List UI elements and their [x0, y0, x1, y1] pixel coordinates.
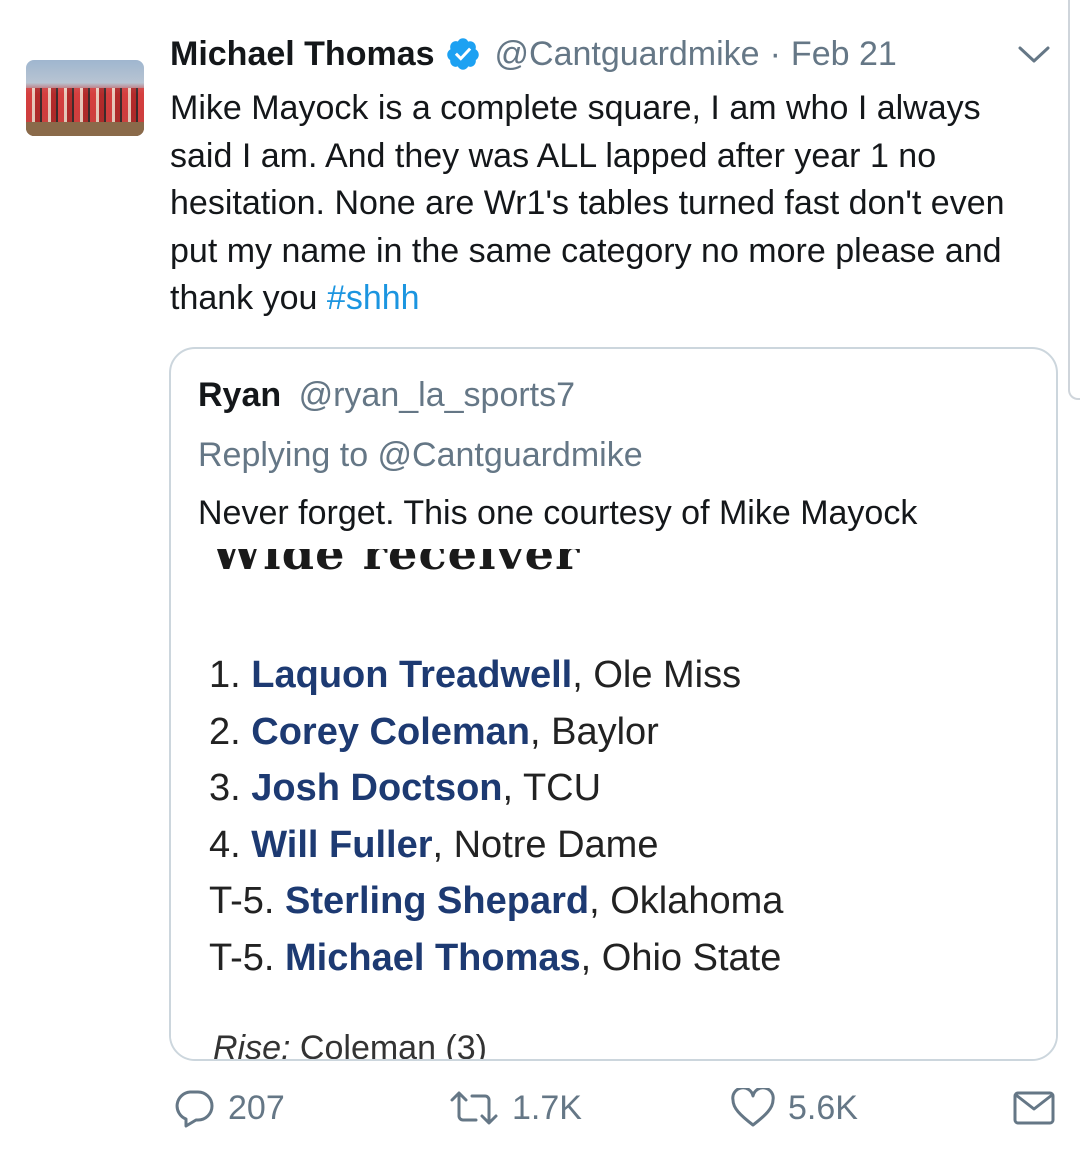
ranking-item: 2. Corey Coleman, Baylor — [209, 710, 659, 753]
retweet-count: 1.7K — [512, 1088, 582, 1127]
ranking-item: 4. Will Fuller, Notre Dame — [209, 823, 659, 866]
image-heading: Wide receiver — [211, 549, 581, 580]
reply-icon — [175, 1090, 214, 1128]
author-handle[interactable]: @Cantguardmike — [495, 35, 760, 74]
heart-icon — [731, 1088, 775, 1127]
quoted-header: Ryan @ryan_la_sports7 — [198, 376, 575, 415]
envelope-icon — [1013, 1091, 1055, 1125]
chevron-down-icon[interactable] — [1016, 40, 1052, 68]
ranking-item: T-5. Sterling Shepard, Oklahoma — [209, 880, 784, 922]
like-count: 5.6K — [788, 1088, 858, 1127]
retweet-button[interactable]: 1.7K — [448, 1088, 582, 1128]
tweet-date[interactable]: Feb 21 — [791, 35, 897, 74]
rise-note: Rise: Coleman (3) — [213, 1029, 487, 1061]
tweet-header: Michael Thomas @Cantguardmike · Feb 21 — [170, 32, 897, 76]
separator-dot: · — [769, 34, 781, 73]
replying-to: Replying to @Cantguardmike — [198, 436, 643, 474]
direct-message-button[interactable] — [1012, 1088, 1068, 1128]
avatar[interactable] — [26, 60, 144, 136]
ranking-item: 1. Laquon Treadwell, Ole Miss — [209, 654, 742, 696]
like-button[interactable]: 5.6K — [730, 1088, 858, 1128]
quoted-tweet[interactable]: Ryan @ryan_la_sports7 Replying to @Cantg… — [169, 347, 1058, 1061]
quoted-author-name: Ryan — [198, 376, 282, 414]
ranking-item: T-5. Michael Thomas, Ohio State — [209, 936, 782, 979]
tweet-text: Mike Mayock is a complete square, I am w… — [170, 85, 1050, 323]
verified-badge-icon — [446, 38, 479, 70]
quoted-text: Never forget. This one courtesy of Mike … — [198, 494, 918, 532]
scroll-edge — [1068, 0, 1080, 400]
quoted-author-handle: @ryan_la_sports7 — [298, 376, 576, 414]
author-name[interactable]: Michael Thomas — [170, 35, 435, 74]
reply-button[interactable]: 207 — [172, 1088, 285, 1128]
retweet-icon — [450, 1091, 498, 1125]
ranking-item: 3. Josh Doctson, TCU — [209, 767, 602, 809]
hashtag-link[interactable]: #shhh — [327, 279, 420, 317]
quoted-image[interactable]: Wide receiver 1. Laquon Treadwell, Ole M… — [171, 549, 1056, 1061]
tweet-body: Mike Mayock is a complete square, I am w… — [170, 89, 1005, 317]
rankings-list: 1. Laquon Treadwell, Ole Miss 2. Corey C… — [209, 647, 783, 986]
reply-count: 207 — [228, 1088, 285, 1127]
tweet-actions: 207 1.7K 5.6K — [0, 1080, 1080, 1140]
